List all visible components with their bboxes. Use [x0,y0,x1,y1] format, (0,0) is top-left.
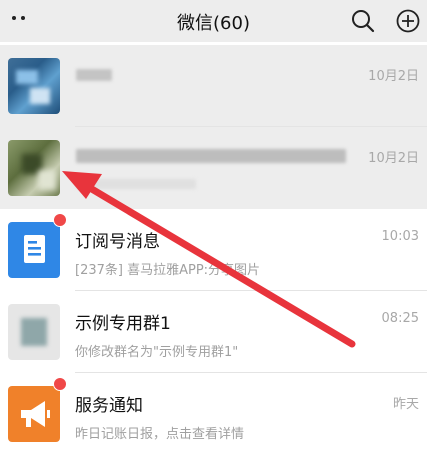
annotation-arrow-icon [62,171,356,348]
